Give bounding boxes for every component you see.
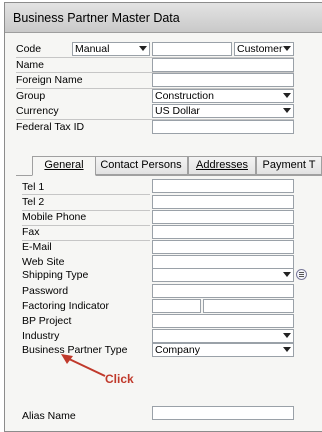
- shipping-type-label: Shipping Type: [22, 269, 89, 281]
- fax-field[interactable]: [152, 225, 294, 239]
- code-series-dropdown[interactable]: Manual: [72, 42, 150, 56]
- bp-type-dropdown[interactable]: Customer: [234, 42, 294, 56]
- foreign-name-label: Foreign Name: [16, 74, 83, 86]
- factoring-indicator-code-field[interactable]: [152, 299, 201, 313]
- tel1-label: Tel 1: [22, 181, 45, 193]
- bp-type-value: Customer: [237, 43, 283, 55]
- tel1-field[interactable]: [152, 179, 294, 193]
- chevron-down-icon: [283, 347, 291, 352]
- factoring-indicator-name-field[interactable]: [203, 299, 294, 313]
- federal-tax-label: Federal Tax ID: [16, 121, 85, 133]
- currency-label: Currency: [16, 105, 59, 117]
- alias-name-label: Alias Name: [22, 410, 76, 422]
- name-field[interactable]: [152, 58, 294, 72]
- click-annotation: Click: [105, 372, 134, 386]
- password-label: Password: [22, 285, 69, 297]
- window-title: Business Partner Master Data: [5, 3, 322, 33]
- bp-project-field[interactable]: [152, 314, 294, 328]
- currency-dropdown[interactable]: US Dollar: [152, 104, 294, 118]
- name-label: Name: [16, 59, 45, 71]
- tab-contact-persons[interactable]: Contact Persons: [94, 156, 188, 175]
- foreign-name-field[interactable]: [152, 73, 294, 87]
- chevron-down-icon: [283, 46, 291, 51]
- website-label: Web Site: [22, 256, 65, 268]
- divider: [22, 225, 150, 226]
- factoring-indicator-label: Factoring Indicator: [22, 300, 109, 312]
- mobile-phone-label: Mobile Phone: [22, 211, 87, 223]
- code-label: Code: [16, 43, 42, 55]
- list-choice-icon[interactable]: [296, 269, 307, 280]
- email-label: E-Mail: [22, 241, 52, 253]
- chevron-down-icon: [283, 108, 291, 113]
- currency-value: US Dollar: [155, 105, 200, 117]
- chevron-down-icon: [283, 93, 291, 98]
- email-field[interactable]: [152, 240, 294, 254]
- fax-label: Fax: [22, 226, 40, 238]
- tel2-field[interactable]: [152, 195, 294, 209]
- divider: [22, 194, 150, 195]
- group-dropdown[interactable]: Construction: [152, 89, 294, 103]
- industry-dropdown[interactable]: [152, 329, 294, 343]
- chevron-down-icon: [139, 46, 147, 51]
- business-partner-type-dropdown[interactable]: Company: [152, 343, 294, 357]
- tab-addresses[interactable]: Addresses: [188, 156, 256, 175]
- tab-general[interactable]: General: [32, 156, 96, 176]
- group-value: Construction: [155, 90, 214, 102]
- bp-project-label: BP Project: [22, 315, 72, 327]
- mobile-phone-field[interactable]: [152, 210, 294, 224]
- chevron-down-icon: [283, 333, 291, 338]
- chevron-down-icon: [283, 272, 291, 277]
- code-field[interactable]: [152, 42, 232, 56]
- password-field[interactable]: [152, 284, 294, 298]
- federal-tax-field[interactable]: [152, 120, 294, 134]
- group-label: Group: [16, 90, 46, 102]
- tel2-label: Tel 2: [22, 196, 45, 208]
- tab-payment-terms[interactable]: Payment T: [256, 156, 322, 175]
- industry-label: Industry: [22, 330, 60, 342]
- business-partner-type-value: Company: [155, 344, 200, 356]
- shipping-type-dropdown[interactable]: [152, 268, 294, 282]
- code-series-value: Manual: [75, 43, 110, 55]
- website-field[interactable]: [152, 255, 294, 269]
- alias-name-field[interactable]: [152, 406, 294, 420]
